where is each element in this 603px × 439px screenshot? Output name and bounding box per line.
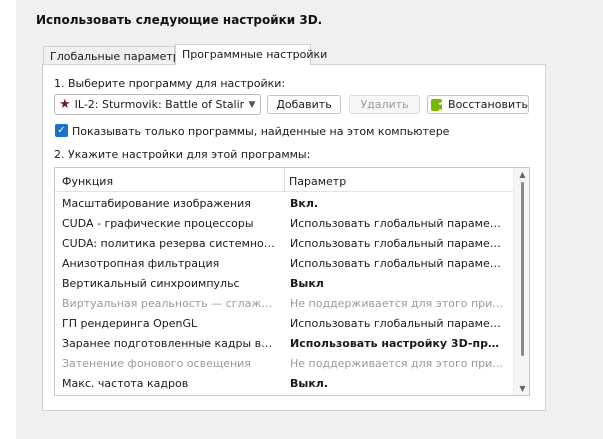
row-feature: CUDA - графические процессоры [62,217,254,230]
row-value: Не поддерживается для этого приложе... [290,297,506,310]
table-row[interactable]: Анизотропная фильтрация Использовать гло… [55,253,513,273]
row-feature: Масштабирование изображения [62,197,251,210]
table-row[interactable]: Виртуальная реальность — сглаживан... Не… [55,293,513,313]
row-value[interactable]: Выкл. [290,377,506,390]
row-value[interactable]: Использовать настройку 3D-прило... [290,337,506,350]
grid-header: Функция Параметр [55,168,513,192]
chevron-down-icon: ▼ [248,99,256,110]
column-divider[interactable] [284,168,285,192]
program-select[interactable]: ★ IL-2: Sturmovik: Battle of Stalin... ▼ [54,94,261,115]
table-row[interactable]: Масштабирование изображения Вкл. [55,193,513,213]
column-header-setting[interactable]: Параметр [289,175,346,188]
row-feature: CUDA: политика резерва системной пам... [62,237,278,250]
remove-program-button[interactable]: Удалить [349,95,420,114]
row-feature: ГП рендеринга OpenGL [62,317,198,330]
step1-label: 1. Выберите программу для настройки: [54,77,286,90]
step2-label: 2. Укажите настройки для этой программы: [54,148,311,161]
scroll-down-icon[interactable]: ▼ [514,384,529,393]
table-row[interactable]: ГП рендеринга OpenGL Использовать глобал… [55,313,513,333]
table-row[interactable]: CUDA - графические процессоры Использова… [55,213,513,233]
row-value[interactable]: Использовать глобальный параметр (П... [290,237,506,250]
nvidia-logo-icon [431,98,450,112]
grid-scrollbar[interactable]: ▲ ▼ [513,168,529,395]
row-value[interactable]: Использовать глобальный параметр (А... [290,317,506,330]
show-found-programs-label: Показывать только программы, найденные н… [72,125,450,138]
row-value[interactable]: Использовать глобальный параметр (Все) [290,217,506,230]
star-icon: ★ [59,97,71,112]
row-value[interactable]: Вкл. [290,197,506,210]
row-value: Не поддерживается для этого приложе... [290,357,506,370]
program-select-value: IL-2: Sturmovik: Battle of Stalin... [74,98,244,111]
tab-global-settings[interactable]: Глобальные параметры [43,46,188,64]
row-feature: Заранее подготовленные кадры вирту... [62,337,278,350]
add-program-button[interactable]: Добавить [267,95,341,114]
table-row[interactable]: Вертикальный синхроимпульс Выкл [55,273,513,293]
row-feature: Виртуальная реальность — сглаживан... [62,297,278,310]
page-heading: Использовать следующие настройки 3D. [36,13,323,27]
table-row[interactable]: Заранее подготовленные кадры вирту... Ис… [55,333,513,353]
tab-program-settings[interactable]: Программные настройки [175,44,327,65]
column-header-feature[interactable]: Функция [62,175,113,188]
show-found-programs-checkbox[interactable]: ✓ [55,124,68,137]
scroll-up-icon[interactable]: ▲ [514,170,529,179]
scrollbar-thumb[interactable] [521,182,524,356]
row-feature: Вертикальный синхроимпульс [62,277,240,290]
table-row[interactable]: Затенение фонового освещения Не поддержи… [55,353,513,373]
table-row[interactable]: CUDA: политика резерва системной пам... … [55,233,513,253]
row-feature: Макс. частота кадров [62,377,189,390]
restore-button[interactable]: Восстановить [427,95,529,114]
settings-grid: Функция Параметр Масштабирование изображ… [54,167,530,396]
row-feature: Анизотропная фильтрация [62,257,220,270]
row-feature: Затенение фонового освещения [62,357,251,370]
row-value[interactable]: Выкл [290,277,506,290]
table-row[interactable]: Макс. частота кадров Выкл. [55,373,513,393]
restore-button-label: Восстановить [448,98,528,111]
row-value[interactable]: Использовать глобальный параметр (У... [290,257,506,270]
